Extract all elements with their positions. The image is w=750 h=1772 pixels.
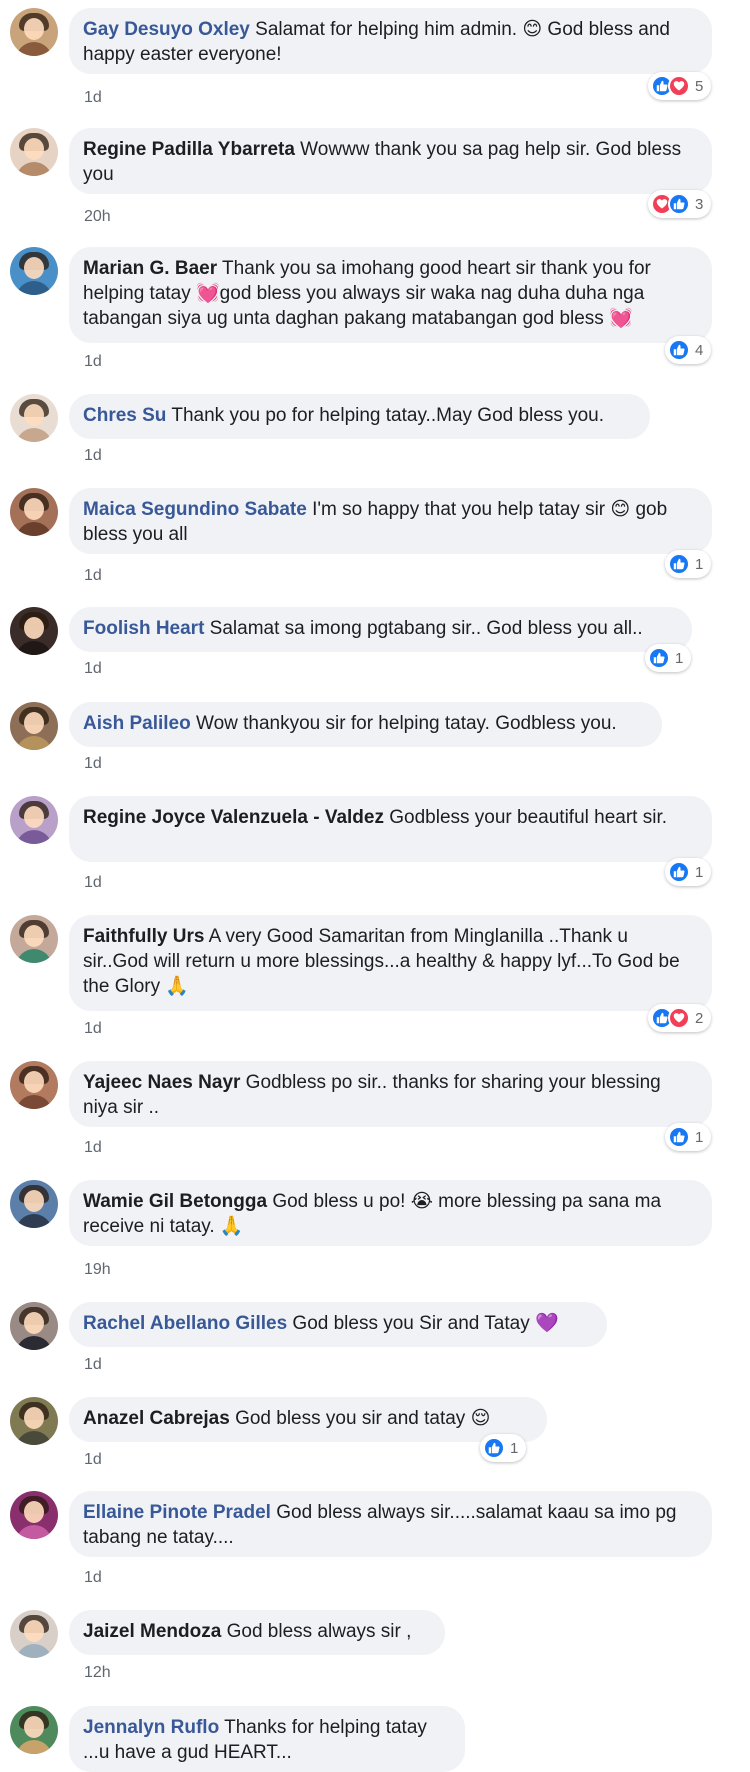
avatar[interactable] bbox=[10, 1706, 58, 1754]
comment-bubble: Faithfully Urs A very Good Samaritan fro… bbox=[69, 915, 712, 1011]
comment-timestamp[interactable]: 20h bbox=[84, 208, 111, 226]
reaction-count: 3 bbox=[695, 195, 704, 213]
comment-timestamp[interactable]: 1d bbox=[84, 660, 102, 678]
comment-bubble: Gay Desuyo Oxley Salamat for helping him… bbox=[69, 8, 712, 74]
reaction-summary[interactable]: 1 bbox=[665, 550, 712, 578]
reaction-count: 1 bbox=[510, 1439, 519, 1457]
like-reaction-icon bbox=[668, 1126, 690, 1148]
comment-bubble: Aish Palileo Wow thankyou sir for helpin… bbox=[69, 702, 662, 747]
comment-bubble: Ellaine Pinote Pradel God bless always s… bbox=[69, 1491, 712, 1557]
comment-author-link[interactable]: Gay Desuyo Oxley bbox=[83, 19, 250, 40]
avatar[interactable] bbox=[10, 1061, 58, 1109]
comment-bubble: Regine Padilla Ybarreta Wowww thank you … bbox=[69, 128, 712, 194]
comment-bubble: Jennalyn Ruflo Thanks for helping tatay … bbox=[69, 1706, 465, 1772]
comment-author-link[interactable]: Faithfully Urs bbox=[83, 926, 204, 947]
comment-timestamp[interactable]: 1d bbox=[84, 1356, 102, 1374]
like-reaction-icon bbox=[668, 193, 690, 215]
comment-bubble: Regine Joyce Valenzuela - Valdez Godbles… bbox=[69, 796, 712, 862]
avatar[interactable] bbox=[10, 488, 58, 536]
comment-author-link[interactable]: Rachel Abellano Gilles bbox=[83, 1313, 287, 1334]
comment-text: God bless always sir , bbox=[221, 1621, 412, 1642]
avatar[interactable] bbox=[10, 394, 58, 442]
avatar[interactable] bbox=[10, 1491, 58, 1539]
reaction-count: 1 bbox=[695, 555, 704, 573]
reaction-summary[interactable]: 1 bbox=[665, 1123, 712, 1151]
avatar[interactable] bbox=[10, 1610, 58, 1658]
comment-author-link[interactable]: Regine Padilla Ybarreta bbox=[83, 139, 295, 160]
comment-text: Godbless your beautiful heart sir. bbox=[383, 807, 668, 828]
comment-author-link[interactable]: Maica Segundino Sabate bbox=[83, 499, 307, 520]
comment-author-link[interactable]: Chres Su bbox=[83, 405, 166, 426]
reaction-count: 2 bbox=[695, 1009, 704, 1027]
reaction-summary[interactable]: 2 bbox=[648, 1004, 712, 1032]
like-reaction-icon bbox=[648, 647, 670, 669]
comment-timestamp[interactable]: 1d bbox=[84, 1451, 102, 1469]
avatar[interactable] bbox=[10, 1397, 58, 1445]
comment-text: God bless you Sir and Tatay 💜 bbox=[287, 1313, 559, 1334]
comment-timestamp[interactable]: 19h bbox=[84, 1261, 111, 1279]
like-reaction-icon bbox=[668, 861, 690, 883]
reaction-summary[interactable]: 1 bbox=[665, 858, 712, 886]
comment-timestamp[interactable]: 1d bbox=[84, 567, 102, 585]
reaction-count: 1 bbox=[695, 1128, 704, 1146]
comment-timestamp[interactable]: 1d bbox=[84, 89, 102, 107]
avatar[interactable] bbox=[10, 915, 58, 963]
comment-author-link[interactable]: Foolish Heart bbox=[83, 618, 204, 639]
reaction-count: 1 bbox=[675, 649, 684, 667]
avatar[interactable] bbox=[10, 1302, 58, 1350]
reaction-count: 4 bbox=[695, 341, 704, 359]
like-reaction-icon bbox=[668, 553, 690, 575]
comment-timestamp[interactable]: 12h bbox=[84, 1664, 111, 1682]
reaction-summary[interactable]: 1 bbox=[480, 1434, 527, 1462]
avatar[interactable] bbox=[10, 8, 58, 56]
comment-bubble: Jaizel Mendoza God bless always sir , bbox=[69, 1610, 445, 1655]
comment-timestamp[interactable]: 1d bbox=[84, 1020, 102, 1038]
comment-bubble: Foolish Heart Salamat sa imong pgtabang … bbox=[69, 607, 692, 652]
love-reaction-icon bbox=[668, 1007, 690, 1029]
reaction-summary[interactable]: 3 bbox=[648, 190, 712, 218]
comment-text: Wow thankyou sir for helping tatay. Godb… bbox=[190, 713, 617, 734]
comment-timestamp[interactable]: 1d bbox=[84, 1569, 102, 1587]
comment-text: Salamat sa imong pgtabang sir.. God bles… bbox=[204, 618, 643, 639]
like-reaction-icon bbox=[668, 339, 690, 361]
reaction-count: 1 bbox=[695, 863, 704, 881]
comment-bubble: Yajeec Naes Nayr Godbless po sir.. thank… bbox=[69, 1061, 712, 1127]
comment-author-link[interactable]: Aish Palileo bbox=[83, 713, 191, 734]
comment-bubble: Rachel Abellano Gilles God bless you Sir… bbox=[69, 1302, 607, 1347]
comment-author-link[interactable]: Ellaine Pinote Pradel bbox=[83, 1502, 271, 1523]
love-reaction-icon bbox=[668, 75, 690, 97]
comment-bubble: Marian G. Baer Thank you sa imohang good… bbox=[69, 247, 712, 343]
avatar[interactable] bbox=[10, 607, 58, 655]
comment-text: God bless you sir and tatay 😌 bbox=[229, 1408, 491, 1429]
comment-timestamp[interactable]: 1d bbox=[84, 874, 102, 892]
comment-text: Thank you po for helping tatay..May God … bbox=[166, 405, 605, 426]
comment-timestamp[interactable]: 1d bbox=[84, 447, 102, 465]
comment-timestamp[interactable]: 1d bbox=[84, 353, 102, 371]
avatar[interactable] bbox=[10, 702, 58, 750]
comment-author-link[interactable]: Jaizel Mendoza bbox=[83, 1621, 221, 1642]
avatar[interactable] bbox=[10, 247, 58, 295]
comment-bubble: Wamie Gil Betongga God bless u po! 😭 mor… bbox=[69, 1180, 712, 1246]
avatar[interactable] bbox=[10, 1180, 58, 1228]
comment-author-link[interactable]: Regine Joyce Valenzuela - Valdez bbox=[83, 807, 384, 828]
comment-author-link[interactable]: Jennalyn Ruflo bbox=[83, 1717, 219, 1738]
avatar[interactable] bbox=[10, 128, 58, 176]
comment-bubble: Anazel Cabrejas God bless you sir and ta… bbox=[69, 1397, 547, 1442]
avatar[interactable] bbox=[10, 796, 58, 844]
comment-timestamp[interactable]: 1d bbox=[84, 755, 102, 773]
comment-bubble: Chres Su Thank you po for helping tatay.… bbox=[69, 394, 650, 439]
comment-timestamp[interactable]: 1d bbox=[84, 1139, 102, 1157]
comment-author-link[interactable]: Marian G. Baer bbox=[83, 258, 217, 279]
comment-author-link[interactable]: Anazel Cabrejas bbox=[83, 1408, 230, 1429]
reaction-summary[interactable]: 1 bbox=[645, 644, 692, 672]
like-reaction-icon bbox=[483, 1437, 505, 1459]
reaction-count: 5 bbox=[695, 77, 704, 95]
reaction-summary[interactable]: 5 bbox=[648, 72, 712, 100]
comment-author-link[interactable]: Yajeec Naes Nayr bbox=[83, 1072, 240, 1093]
comment-author-link[interactable]: Wamie Gil Betongga bbox=[83, 1191, 267, 1212]
comment-bubble: Maica Segundino Sabate I'm so happy that… bbox=[69, 488, 712, 554]
reaction-summary[interactable]: 4 bbox=[665, 336, 712, 364]
